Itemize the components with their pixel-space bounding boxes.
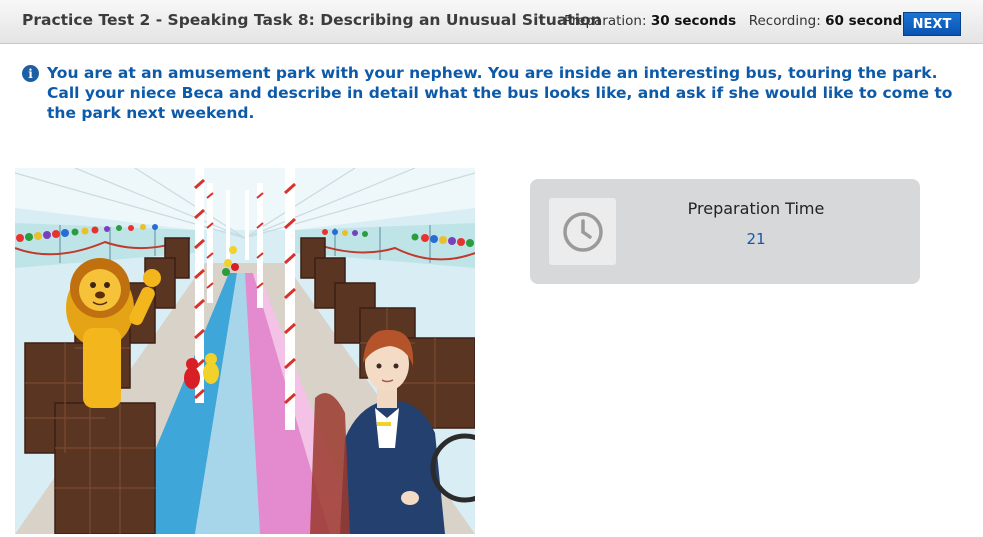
preparation-value: 30 seconds [650, 13, 737, 29]
page-title: Practice Test 2 - Speaking Task 8: Descr… [22, 11, 602, 29]
info-icon: i [22, 65, 39, 82]
task-prompt: i You are at an amusement park with your… [22, 63, 967, 123]
bus-illustration [15, 168, 475, 534]
next-button[interactable]: NEXT [903, 12, 961, 36]
preparation-time-label: Preparation Time [687, 199, 825, 218]
recording-value: 60 seconds [825, 13, 911, 29]
task-instructions: You are at an amusement park with your n… [47, 64, 953, 122]
timing-info: Preparation: 30 seconds Recording: 60 se… [564, 13, 910, 29]
preparation-time-value: 21 [746, 230, 766, 248]
preparation-label: Preparation: [564, 13, 647, 29]
clock-icon [549, 198, 616, 265]
preparation-timer-panel: Preparation Time 21 [530, 179, 920, 284]
header-bar: Practice Test 2 - Speaking Task 8: Descr… [0, 0, 983, 44]
recording-label: Recording: [748, 13, 821, 29]
